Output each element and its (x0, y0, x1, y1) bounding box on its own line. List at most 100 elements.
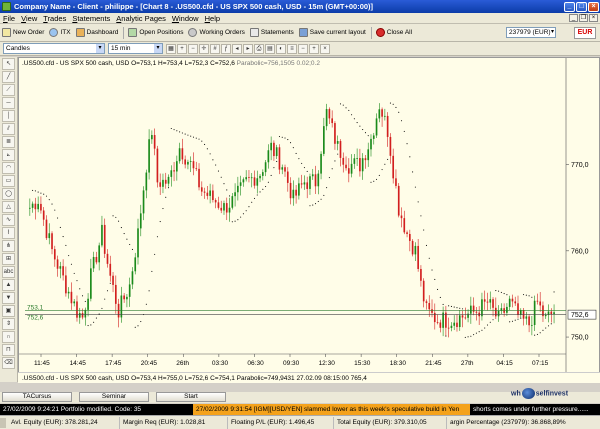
eraser-icon[interactable]: ⌫ (2, 357, 15, 369)
tab-start[interactable]: Start (156, 392, 226, 402)
color-icon[interactable]: ◐ (276, 43, 286, 54)
text-abc-icon[interactable]: abc (2, 266, 15, 278)
account-select[interactable]: 237979 (EUR) (506, 27, 556, 38)
candle-body (156, 148, 159, 183)
time-tick-label: 18:30 (390, 360, 407, 367)
close-window-button[interactable]: × (588, 1, 599, 12)
menu-file[interactable]: File (3, 14, 15, 23)
ellipse-icon[interactable]: ◯ (2, 188, 15, 200)
parabolic-dot (459, 307, 461, 309)
gann-icon[interactable]: ⊞ (2, 253, 15, 265)
arrow-up-icon[interactable]: ▲ (2, 279, 15, 291)
maximize-button[interactable]: □ (576, 1, 587, 12)
candle-body (550, 311, 553, 315)
parabolic-dot (68, 255, 70, 257)
print-icon[interactable]: ⎙ (254, 43, 264, 54)
candle-body (101, 224, 103, 246)
rectangle-icon[interactable]: ▭ (2, 175, 15, 187)
chart-properties-icon[interactable]: ▦ (166, 43, 176, 54)
mdi-minimize-button[interactable]: _ (569, 14, 578, 22)
mdi-restore-button[interactable]: ❐ (579, 14, 588, 22)
lock-icon[interactable]: ⊓ (2, 344, 15, 356)
triangle-icon[interactable]: △ (2, 201, 15, 213)
candle-body (239, 182, 242, 186)
template-icon[interactable]: ▤ (265, 43, 275, 54)
candle-body (167, 176, 170, 184)
candle-body (34, 203, 37, 210)
fibonacci-icon[interactable]: ≣ (2, 136, 15, 148)
candle-body (386, 115, 389, 137)
candle-body (414, 245, 417, 255)
chart-type-select[interactable]: Candles ▾ (3, 43, 105, 54)
scroll-left-icon[interactable]: ◂ (232, 43, 242, 54)
scroll-right-icon[interactable]: ▸ (243, 43, 253, 54)
calculator-icon[interactable]: ▣ (2, 305, 15, 317)
indicator-icon[interactable]: ƒ (221, 43, 231, 54)
candle-body (486, 301, 489, 303)
working-orders-button[interactable]: Working Orders (188, 28, 245, 37)
cycle-icon[interactable]: ∿ (2, 214, 15, 226)
timeframe-select[interactable]: 15 min ▾ (108, 43, 163, 54)
chart-area[interactable]: 753,1 752,6 770,0 760,0 750,0 752,6 11:45 14:45… (18, 57, 600, 382)
tab-tacursus[interactable]: TACursus (2, 392, 72, 402)
grip-icon[interactable] (0, 417, 6, 428)
object-list-icon[interactable]: ≡ (287, 43, 297, 54)
menu-help[interactable]: Help (205, 14, 220, 23)
candle-body (164, 179, 167, 184)
parabolic-dot (334, 160, 336, 162)
zoom-in-icon[interactable]: + (177, 43, 187, 54)
ray-icon[interactable]: ⟋ (2, 84, 15, 96)
pointer-icon[interactable]: ↖ (2, 58, 15, 70)
andrews-icon[interactable]: ⋔ (2, 240, 15, 252)
window-title: Company Name - Client - philippe - [Char… (14, 2, 374, 11)
minimize-button[interactable]: _ (564, 1, 575, 12)
mdi-close-button[interactable]: × (589, 14, 598, 22)
plus-icon[interactable]: + (309, 43, 319, 54)
statements-button[interactable]: Statements (249, 28, 294, 37)
parabolic-dot (231, 221, 233, 223)
candle-body (470, 305, 472, 314)
parabolic-dot (320, 198, 322, 200)
parabolic-dot (362, 128, 364, 131)
measure-icon[interactable]: ⇕ (2, 318, 15, 330)
channel-icon[interactable]: ⫽ (2, 123, 15, 135)
parabolic-dot (167, 187, 170, 189)
candle-body (206, 192, 209, 196)
parabolic-dot (367, 135, 369, 137)
trendline-icon[interactable]: ╱ (2, 71, 15, 83)
menu-trades[interactable]: Trades (43, 14, 66, 23)
vertical-line-icon[interactable]: │ (2, 110, 15, 122)
dashboard-button[interactable]: Dashboard (75, 28, 118, 37)
parabolic-dot (198, 138, 200, 140)
regression-icon[interactable]: ⌇ (2, 227, 15, 239)
minus-icon[interactable]: − (298, 43, 308, 54)
new-order-button[interactable]: New Order (2, 28, 44, 37)
itx-button[interactable]: ITX (49, 28, 71, 37)
menu-statements[interactable]: Statements (72, 14, 110, 23)
arrow-down-icon[interactable]: ▼ (2, 292, 15, 304)
delete-icon[interactable]: × (320, 43, 330, 54)
parabolic-dot (154, 253, 156, 255)
candle-body (392, 155, 395, 179)
open-positions-button[interactable]: Open Positions (128, 28, 183, 37)
currency-button[interactable]: EUR (574, 27, 596, 39)
parabolic-dot (525, 294, 527, 296)
arc-icon[interactable]: ◠ (2, 162, 15, 174)
menu-analytic-pages[interactable]: Analytic Pages (116, 14, 166, 23)
parabolic-dot (500, 291, 502, 293)
menu-window[interactable]: Window (172, 14, 199, 23)
fan-icon[interactable]: ⟀ (2, 149, 15, 161)
menu-view[interactable]: View (21, 14, 37, 23)
candle-body (209, 190, 211, 196)
crosshair-icon[interactable]: ✛ (199, 43, 209, 54)
candlestick-chart[interactable]: 753,1 752,6 770,0 760,0 750,0 752,6 11:45 14:45… (19, 58, 599, 381)
tab-seminar[interactable]: Seminar (79, 392, 149, 402)
magnet-icon[interactable]: ∩ (2, 331, 15, 343)
close-all-button[interactable]: Close All (375, 28, 412, 37)
parabolic-dot (351, 114, 353, 116)
save-layout-button[interactable]: Save current layout (298, 28, 366, 37)
news-ticker[interactable]: 27/02/2009 9:31:54 [IGM][USD/YEN] slamme… (193, 404, 470, 415)
zoom-out-icon[interactable]: − (188, 43, 198, 54)
horizontal-line-icon[interactable]: ─ (2, 97, 15, 109)
grid-icon[interactable]: # (210, 43, 220, 54)
